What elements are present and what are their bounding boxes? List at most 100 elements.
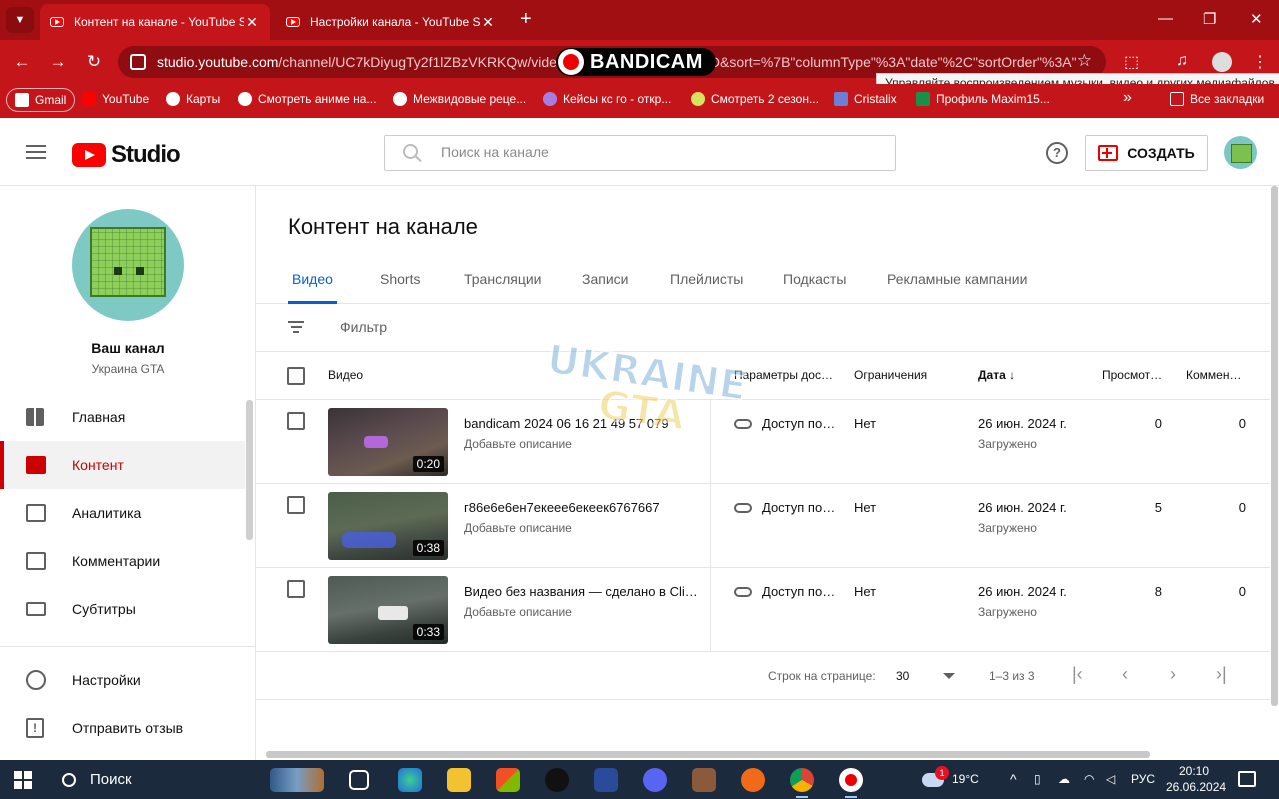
site-info-icon[interactable]: [130, 54, 146, 70]
wifi-icon[interactable]: ◠: [1084, 760, 1094, 799]
onedrive-icon[interactable]: ☁: [1058, 760, 1070, 799]
tab-settings[interactable]: Настройки канала - YouTube Stu ✕: [276, 4, 506, 40]
tab-live[interactable]: Трансляции: [464, 271, 541, 304]
chrome-icon[interactable]: [790, 768, 814, 798]
column-date[interactable]: Дата ↓: [978, 368, 1015, 382]
menu-icon[interactable]: [26, 145, 46, 159]
extensions-icon[interactable]: ⬚: [1124, 52, 1139, 72]
row-checkbox[interactable]: [287, 580, 305, 598]
table-row[interactable]: 0:20 bandicam 2024 06 16 21 49 57 079 До…: [256, 400, 1270, 484]
bookmark-maps[interactable]: Карты: [166, 92, 220, 106]
tiktok-icon[interactable]: [545, 768, 569, 792]
media-control-icon[interactable]: ♫: [1176, 52, 1188, 70]
edge-icon[interactable]: [398, 768, 422, 792]
tab-podcasts[interactable]: Подкасты: [783, 271, 846, 304]
new-tab-button[interactable]: +: [520, 8, 532, 31]
video-description[interactable]: Добавьте описание: [464, 437, 572, 451]
bandicam-taskbar-icon[interactable]: [839, 768, 863, 798]
close-window-button[interactable]: ✕: [1250, 10, 1263, 28]
bookmark-gmail[interactable]: Gmail: [6, 88, 76, 112]
browser-menu-icon[interactable]: ⋮: [1252, 52, 1268, 72]
restore-button[interactable]: ❐: [1203, 10, 1216, 28]
next-page-icon[interactable]: ›: [1170, 664, 1176, 685]
video-title[interactable]: г86е6е6ен7екеее6екеек6767667: [464, 500, 700, 515]
sidebar-item-settings[interactable]: Настройки: [0, 656, 245, 704]
tab-content[interactable]: Контент на канале - YouTube Stu ✕: [40, 4, 270, 40]
video-title[interactable]: Видео без названия — сделано в Clipchamp: [464, 584, 700, 599]
discord-icon[interactable]: [643, 768, 667, 792]
volume-icon[interactable]: ◁: [1106, 760, 1115, 799]
help-icon[interactable]: ?: [1046, 142, 1068, 164]
weather-widget[interactable]: 19°C: [922, 760, 979, 799]
visibility-value[interactable]: Доступ по ссылке: [762, 416, 838, 431]
create-button[interactable]: СОЗДАТЬ: [1085, 135, 1208, 171]
store-icon[interactable]: [496, 768, 520, 792]
notifications-icon[interactable]: [1238, 771, 1256, 787]
first-page-icon[interactable]: |‹: [1072, 664, 1083, 685]
column-views[interactable]: Просмотры: [1102, 368, 1164, 382]
rows-per-page-select[interactable]: 30: [896, 669, 909, 683]
visibility-value[interactable]: Доступ по ссылке: [762, 584, 838, 599]
language-indicator[interactable]: РУС: [1131, 760, 1155, 799]
fish-widget-icon[interactable]: [270, 768, 324, 792]
channel-avatar[interactable]: [72, 209, 184, 321]
sidebar-item-content[interactable]: Контент: [0, 441, 245, 489]
explorer-icon[interactable]: [447, 768, 471, 792]
sidebar-item-dashboard[interactable]: Главная: [0, 393, 245, 441]
bookmark-recipes[interactable]: Межвидовые реце...: [393, 92, 526, 106]
video-description[interactable]: Добавьте описание: [464, 521, 572, 535]
forward-button[interactable]: →: [47, 52, 69, 72]
task-view-icon[interactable]: [349, 770, 369, 790]
filter-input[interactable]: Фильтр: [340, 319, 387, 335]
studio-logo[interactable]: Studio: [72, 141, 181, 169]
tab-playlists[interactable]: Плейлисты: [670, 271, 743, 304]
dropdown-arrow-icon[interactable]: [943, 673, 955, 679]
windows-start-icon[interactable]: [14, 771, 32, 789]
app-icon[interactable]: [594, 768, 618, 792]
all-bookmarks[interactable]: Все закладки: [1170, 92, 1264, 106]
sidebar-item-analytics[interactable]: Аналитика: [0, 489, 245, 537]
minimize-button[interactable]: —: [1158, 10, 1173, 27]
brave-icon[interactable]: [741, 768, 765, 792]
tray-device-icon[interactable]: ▯: [1034, 760, 1041, 799]
sidebar-item-feedback[interactable]: ! Отправить отзыв: [0, 704, 245, 752]
channel-search[interactable]: [384, 135, 896, 171]
bookmark-youtube[interactable]: YouTube: [82, 92, 149, 106]
row-checkbox[interactable]: [287, 496, 305, 514]
bookmark-profile[interactable]: Профиль Maxim15...: [916, 92, 1050, 106]
last-page-icon[interactable]: ›|: [1216, 664, 1227, 685]
tab-videos[interactable]: Видео: [288, 271, 337, 304]
profile-avatar[interactable]: [1212, 52, 1232, 72]
tab-posts[interactable]: Записи: [582, 271, 628, 304]
sidebar-scrollbar[interactable]: [246, 400, 253, 540]
bookmark-cristalix[interactable]: Cristalix: [834, 92, 897, 106]
select-all-checkbox[interactable]: [287, 367, 305, 385]
bookmark-season[interactable]: Смотреть 2 сезон...: [691, 92, 819, 106]
tab-search-button[interactable]: ▼: [6, 7, 34, 33]
video-title[interactable]: bandicam 2024 06 16 21 49 57 079: [464, 416, 700, 431]
clock[interactable]: 20:10 26.06.2024: [1166, 763, 1226, 795]
tab-shorts[interactable]: Shorts: [380, 271, 420, 304]
table-row[interactable]: 0:33 Видео без названия — сделано в Clip…: [256, 568, 1270, 652]
vertical-scrollbar[interactable]: [1271, 186, 1278, 706]
sidebar-item-subtitles[interactable]: Субтитры: [0, 585, 245, 633]
tray-overflow-icon[interactable]: ^: [1010, 760, 1017, 799]
video-thumbnail[interactable]: 0:38: [328, 492, 448, 560]
video-thumbnail[interactable]: 0:33: [328, 576, 448, 644]
filter-bar[interactable]: Фильтр: [256, 304, 1270, 352]
account-avatar[interactable]: [1224, 136, 1257, 169]
game-icon[interactable]: [692, 768, 716, 792]
row-checkbox[interactable]: [287, 412, 305, 430]
prev-page-icon[interactable]: ‹: [1122, 664, 1128, 685]
bookmark-star-icon[interactable]: ☆: [1077, 51, 1092, 71]
reload-button[interactable]: ↻: [83, 52, 105, 72]
video-description[interactable]: Добавьте описание: [464, 605, 572, 619]
tab-close-icon[interactable]: ✕: [480, 14, 496, 31]
bookmarks-overflow[interactable]: »: [1123, 89, 1132, 107]
bookmark-anime[interactable]: Смотреть аниме на...: [238, 92, 376, 106]
sidebar-item-comments[interactable]: Комментарии: [0, 537, 245, 585]
bookmark-cases[interactable]: Кейсы кс го - откр...: [543, 92, 671, 106]
tab-promotions[interactable]: Рекламные кампании: [887, 271, 1027, 304]
filter-icon[interactable]: [288, 321, 304, 333]
tab-close-icon[interactable]: ✕: [244, 14, 260, 31]
